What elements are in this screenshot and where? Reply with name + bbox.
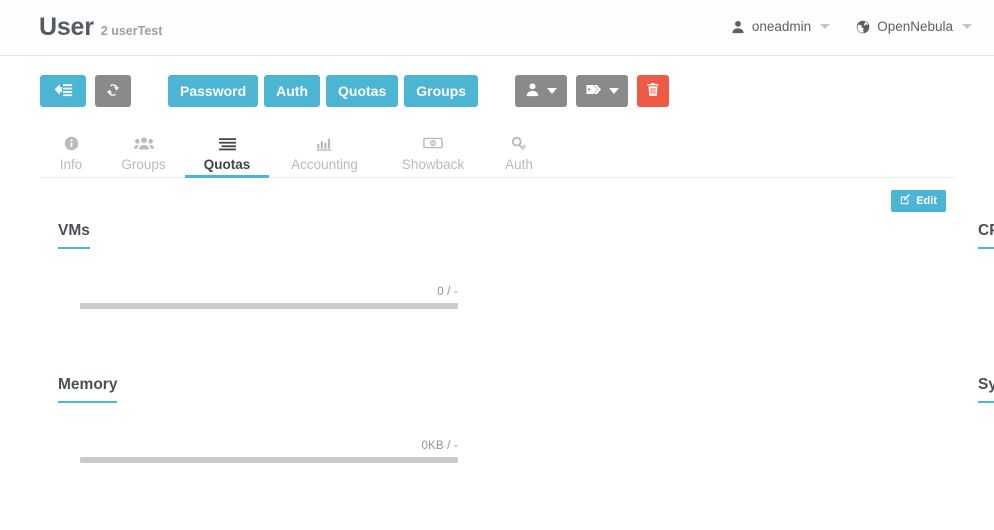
user-icon <box>731 20 745 34</box>
quota-value-vms: 0 / - <box>437 286 458 298</box>
money-bill-icon <box>423 133 443 153</box>
tab-accounting-label: Accounting <box>291 157 358 172</box>
tab-accounting[interactable]: Accounting <box>269 128 380 177</box>
users-icon <box>133 133 154 153</box>
quota-bar-vms <box>80 303 458 309</box>
groups-button[interactable]: Groups <box>404 75 479 107</box>
quota-card-memory: Memory 0KB / - <box>0 376 460 530</box>
tag-icon <box>585 82 602 100</box>
list-bars-icon <box>218 133 237 153</box>
labels-dropdown[interactable] <box>576 75 629 107</box>
trash-icon <box>646 82 660 100</box>
refresh-icon <box>105 82 121 101</box>
header-right-menus: oneadmin OpenNebula <box>731 19 972 34</box>
back-to-list-button[interactable] <box>40 75 86 107</box>
tab-auth-label: Auth <box>505 157 533 172</box>
quota-value-memory: 0KB / - <box>421 440 458 452</box>
user-menu-label: oneadmin <box>751 19 812 34</box>
page-subtitle: 2 userTest <box>100 24 163 38</box>
tab-groups[interactable]: Groups <box>102 128 185 177</box>
back-to-list-icon <box>52 82 74 100</box>
tab-auth[interactable]: Auth <box>486 128 552 177</box>
zone-menu[interactable]: OpenNebula <box>856 19 972 34</box>
bar-chart-icon <box>316 133 333 153</box>
quota-row: Memory 0KB / - System disks 0KB / - <box>0 376 994 530</box>
tab-showback[interactable]: Showback <box>380 128 486 177</box>
delete-button[interactable] <box>637 75 670 107</box>
quota-meter-vms: 0 / - <box>80 286 458 309</box>
tab-info-label: Info <box>59 157 83 172</box>
quota-card-vms: VMs 0 / - <box>0 222 460 376</box>
detail-tabs: Info Groups Quotas Accounting Showback A… <box>40 128 954 178</box>
edit-quotas-label: Edit <box>916 195 937 207</box>
refresh-button[interactable] <box>95 75 131 107</box>
action-toolbar: Password Auth Quotas Groups <box>40 75 670 107</box>
chevron-down-icon <box>820 24 831 29</box>
chevron-down-icon <box>547 88 558 94</box>
quotas-panel: VMs 0 / - CPU 0 / - Memory 0KB / - <box>0 222 994 530</box>
auth-button[interactable]: Auth <box>264 75 321 107</box>
quota-title-memory: Memory <box>58 376 118 403</box>
key-icon <box>511 133 528 153</box>
zone-menu-label: OpenNebula <box>877 19 953 34</box>
tab-quotas[interactable]: Quotas <box>185 128 269 178</box>
quota-title-system-disks: System disks <box>978 376 994 403</box>
quota-card-cpu: CPU 0 / - <box>460 222 994 376</box>
quotas-button[interactable]: Quotas <box>326 75 399 107</box>
quota-meter-memory: 0KB / - <box>80 440 458 463</box>
chevron-down-icon <box>609 88 620 94</box>
tab-showback-label: Showback <box>401 157 465 172</box>
page-title-group: User 2 userTest <box>39 13 162 42</box>
info-circle-icon <box>64 133 79 153</box>
tab-groups-label: Groups <box>121 157 166 172</box>
tab-quotas-label: Quotas <box>203 157 251 172</box>
tab-info[interactable]: Info <box>40 128 102 177</box>
globe-icon <box>856 20 870 34</box>
quota-card-system-disks: System disks 0KB / - <box>460 376 994 530</box>
chevron-down-icon <box>962 24 972 29</box>
quota-title-vms: VMs <box>58 222 90 249</box>
quota-row: VMs 0 / - CPU 0 / - <box>0 222 994 376</box>
change-owner-dropdown[interactable] <box>515 75 568 107</box>
page-header: User 2 userTest oneadmin OpenNebula <box>0 0 994 56</box>
user-menu[interactable]: oneadmin <box>731 19 831 34</box>
edit-quotas-button[interactable]: Edit <box>891 190 946 212</box>
pencil-square-icon <box>900 194 911 208</box>
user-icon <box>525 82 540 100</box>
quota-title-cpu: CPU <box>978 222 994 249</box>
quota-bar-memory <box>80 457 458 463</box>
page-title: User <box>39 13 94 41</box>
password-button[interactable]: Password <box>168 75 259 107</box>
